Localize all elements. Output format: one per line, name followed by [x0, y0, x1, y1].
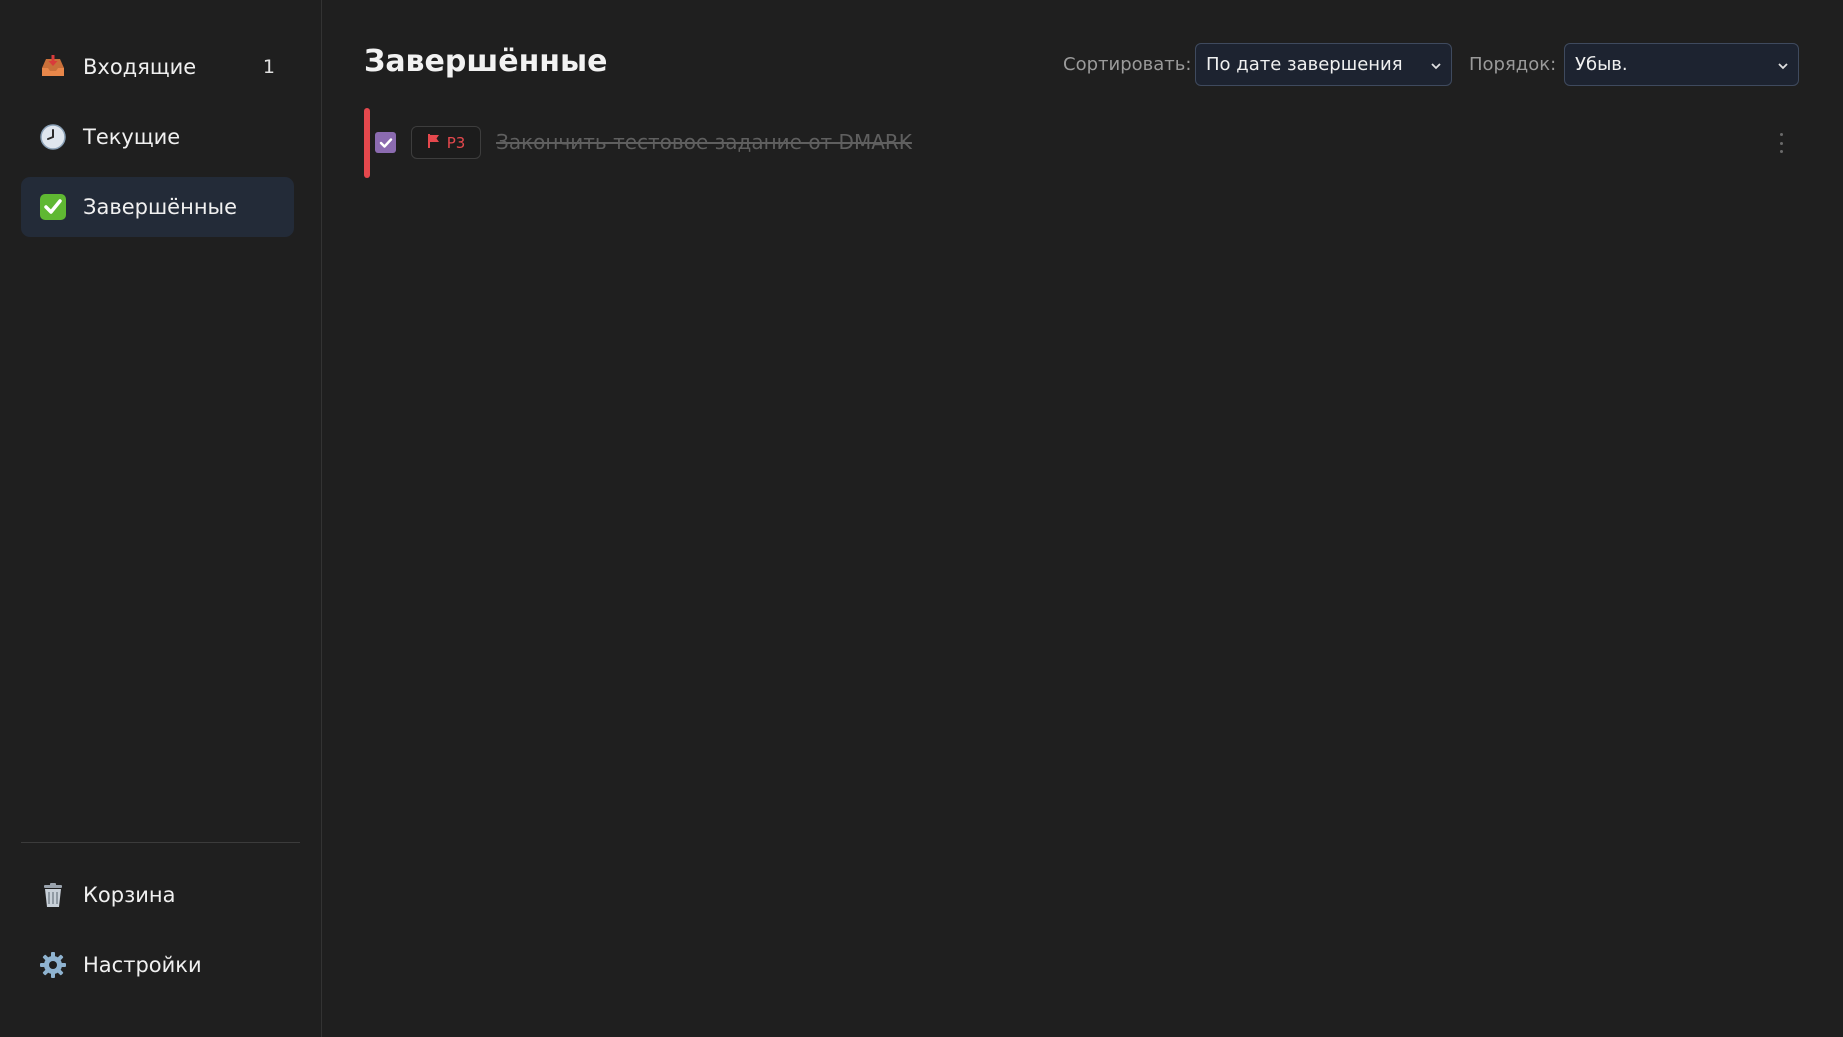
sidebar-item-current[interactable]: Текущие	[21, 107, 294, 167]
sidebar-item-settings[interactable]: Настройки	[21, 935, 294, 995]
sidebar-item-label: Текущие	[83, 125, 181, 149]
main-content: Завершённые Сортировать: По дате заверше…	[322, 0, 1843, 1037]
sidebar-nav: Входящие 1 Текущие Завершённые	[21, 37, 294, 247]
priority-indicator-bar	[364, 108, 370, 178]
priority-label: P3	[446, 133, 466, 152]
sidebar-item-label: Корзина	[83, 883, 176, 907]
sort-select[interactable]: По дате завершения	[1195, 43, 1452, 86]
order-label: Порядок:	[1469, 54, 1557, 75]
inbox-count-badge: 1	[262, 56, 275, 78]
checkmark-icon	[379, 137, 392, 148]
task-row[interactable]: P3 Закончить тестовое задание от DMARK	[364, 108, 1800, 178]
check-mark-button-icon	[38, 192, 68, 222]
order-select[interactable]: Убыв.	[1564, 43, 1799, 86]
sidebar-bottom-nav: Корзина Настройки	[21, 865, 294, 1005]
chevron-down-icon	[1429, 57, 1443, 78]
sort-select-value: По дате завершения	[1206, 54, 1403, 75]
task-title[interactable]: Закончить тестовое задание от DMARK	[496, 130, 912, 154]
app-window: Входящие 1 Текущие Завершённые Корзина Н…	[0, 0, 1843, 1037]
sidebar-item-label: Завершённые	[83, 195, 238, 219]
order-select-value: Убыв.	[1575, 54, 1628, 75]
clock-icon	[38, 122, 68, 152]
sidebar-item-label: Входящие	[83, 55, 197, 79]
task-checkbox[interactable]	[375, 132, 396, 153]
sidebar-item-completed[interactable]: Завершённые	[21, 177, 294, 237]
flag-icon	[427, 133, 441, 153]
chevron-down-icon	[1776, 57, 1790, 78]
sidebar-divider	[21, 842, 300, 843]
sidebar: Входящие 1 Текущие Завершённые Корзина Н…	[0, 0, 322, 1037]
trash-can-icon	[38, 880, 68, 910]
inbox-tray-icon	[38, 52, 68, 82]
sidebar-item-trash[interactable]: Корзина	[21, 865, 294, 925]
sidebar-item-inbox[interactable]: Входящие 1	[21, 37, 294, 97]
sort-label: Сортировать:	[1063, 54, 1192, 75]
sidebar-item-label: Настройки	[83, 953, 202, 977]
gear-icon	[38, 950, 68, 980]
more-options-icon[interactable]	[1776, 130, 1786, 156]
page-title: Завершённые	[364, 44, 608, 79]
priority-badge[interactable]: P3	[411, 126, 481, 159]
